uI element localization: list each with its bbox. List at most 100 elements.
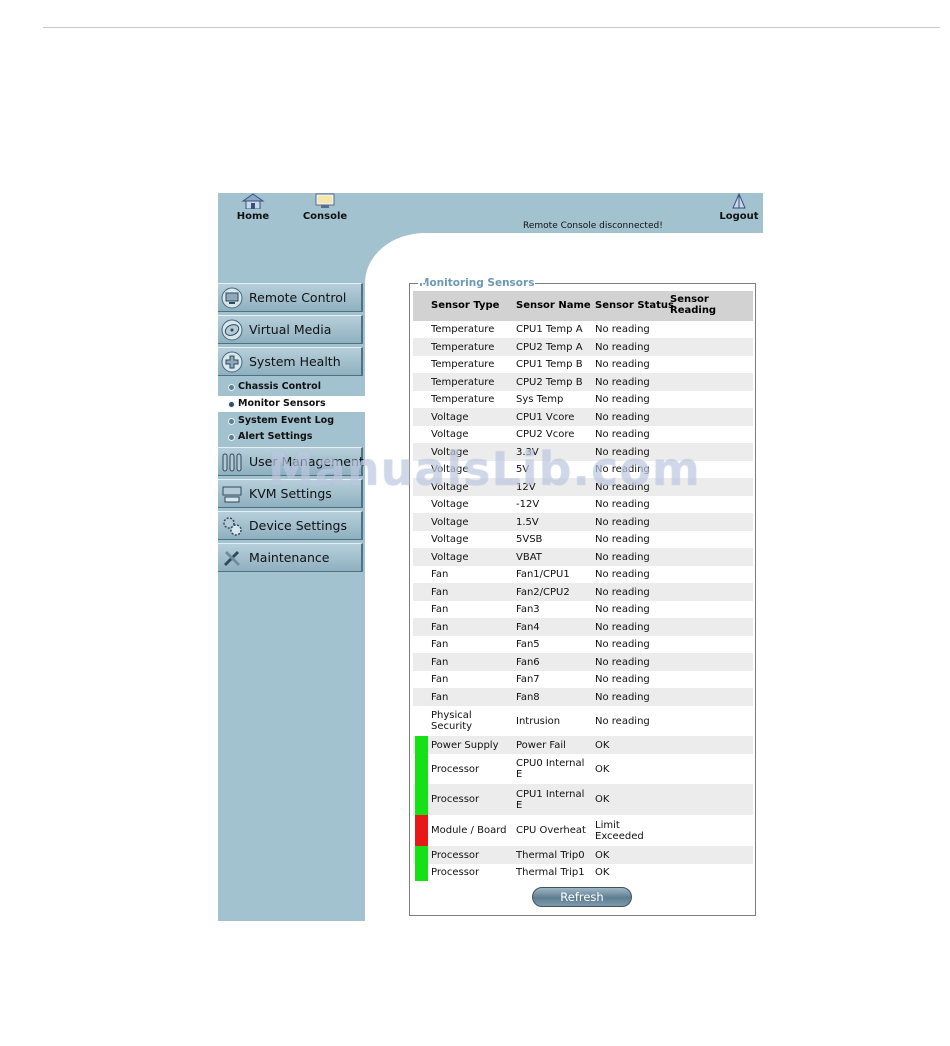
refresh-button[interactable]: Refresh bbox=[532, 887, 632, 907]
status-indicator bbox=[415, 338, 428, 356]
column-header: Sensor Name bbox=[516, 300, 591, 311]
table-cell-type: Fan bbox=[431, 691, 449, 703]
logout-button[interactable]: Logout bbox=[715, 193, 763, 231]
table-cell-type: Fan bbox=[431, 604, 449, 615]
table-row: Temperature CPU2 Temp B No reading bbox=[413, 373, 753, 391]
table-cell-status: OK bbox=[595, 739, 610, 751]
gears-icon bbox=[223, 517, 242, 536]
table-cell-name: Fan5 bbox=[516, 639, 540, 650]
status-indicator bbox=[415, 846, 428, 864]
status-indicator bbox=[415, 736, 428, 754]
table-cell-status: No reading bbox=[595, 499, 650, 510]
logout-icon bbox=[732, 193, 746, 209]
table-row: Fan Fan2/CPU2 No reading bbox=[413, 583, 753, 601]
table-row: Processor CPU0 Internal E OK bbox=[413, 754, 753, 784]
sidebar-item-maintenance[interactable]: Maintenance bbox=[218, 543, 363, 572]
console-button[interactable]: Console bbox=[295, 193, 355, 231]
table-cell-name: CPU1 Temp B bbox=[516, 359, 583, 370]
status-indicator bbox=[415, 426, 428, 443]
status-indicator bbox=[415, 356, 428, 373]
status-indicator bbox=[415, 636, 428, 653]
table-cell-status: No reading bbox=[595, 569, 650, 580]
table-row: Power Supply Power Fail OK bbox=[413, 736, 753, 754]
table-row: Fan Fan7 No reading bbox=[413, 671, 753, 688]
status-indicator bbox=[415, 601, 428, 618]
table-row: Fan Fan1/CPU1 No reading bbox=[413, 566, 753, 583]
table-cell-status: No reading bbox=[595, 551, 650, 563]
table-row: Temperature Sys Temp No reading bbox=[413, 391, 753, 408]
table-cell-type: Temperature bbox=[431, 341, 495, 353]
table-row: Voltage 1.5V No reading bbox=[413, 513, 753, 531]
status-indicator bbox=[415, 566, 428, 583]
status-indicator bbox=[415, 391, 428, 408]
home-button[interactable]: Home bbox=[223, 193, 283, 231]
table-cell-name: Fan3 bbox=[516, 604, 540, 615]
table-row: Voltage -12V No reading bbox=[413, 496, 753, 513]
sidebar-item-label: Remote Control bbox=[249, 290, 347, 305]
sidebar-item-virtual-media[interactable]: Virtual Media bbox=[218, 315, 363, 344]
table-cell-status: Limit Exceeded bbox=[595, 819, 644, 842]
table-cell-type: Processor bbox=[431, 849, 480, 861]
sidebar-item-label: Virtual Media bbox=[249, 322, 332, 337]
sidebar-item-label: System Health bbox=[249, 354, 341, 369]
table-cell-name: Fan6 bbox=[516, 656, 540, 668]
column-header: Sensor Reading bbox=[670, 294, 717, 316]
table-cell-type: Voltage bbox=[431, 516, 469, 528]
bullet-icon bbox=[228, 434, 235, 441]
table-row: Fan Fan5 No reading bbox=[413, 636, 753, 653]
status-indicator bbox=[415, 618, 428, 636]
status-indicator bbox=[415, 408, 428, 426]
status-indicator bbox=[415, 754, 428, 784]
table-cell-status: No reading bbox=[595, 621, 650, 633]
home-icon bbox=[241, 193, 265, 209]
table-cell-type: Power Supply bbox=[431, 739, 499, 751]
table-row: Temperature CPU1 Temp A No reading bbox=[413, 321, 753, 338]
table-cell-name: Thermal Trip0 bbox=[516, 849, 585, 861]
table-cell-name: Fan2/CPU2 bbox=[516, 586, 570, 598]
health-cross-icon bbox=[221, 351, 243, 373]
bmc-web-console: Home Console Remote Console disconnected… bbox=[218, 193, 763, 921]
sidebar-subitem-label: Monitor Sensors bbox=[238, 398, 326, 409]
page-top-rule bbox=[43, 27, 940, 28]
status-indicator bbox=[415, 531, 428, 548]
sidebar-item-system-health[interactable]: System Health bbox=[218, 347, 363, 376]
status-indicator bbox=[415, 583, 428, 601]
table-cell-status: No reading bbox=[595, 394, 650, 405]
sidebar-subitem-monitor-sensors[interactable]: Monitor Sensors bbox=[218, 396, 365, 412]
table-cell-type: Module / Board bbox=[431, 825, 507, 836]
sensor-table: Sensor Type Sensor Name Sensor Status Se… bbox=[413, 291, 753, 881]
logout-label: Logout bbox=[719, 211, 759, 222]
table-cell-name: Intrusion bbox=[516, 715, 561, 727]
table-cell-status: No reading bbox=[595, 324, 650, 335]
table-cell-status: OK bbox=[595, 763, 610, 775]
table-cell-type: Voltage bbox=[431, 429, 469, 440]
table-cell-type: Voltage bbox=[431, 534, 469, 545]
table-row: Processor Thermal Trip1 OK bbox=[413, 864, 753, 881]
table-row: Fan Fan8 No reading bbox=[413, 688, 753, 706]
table-row: Processor Thermal Trip0 OK bbox=[413, 846, 753, 864]
status-indicator bbox=[415, 815, 428, 846]
table-cell-status: No reading bbox=[595, 656, 650, 668]
users-icon bbox=[222, 453, 242, 472]
sidebar-subitem-chassis-control[interactable]: Chassis Control bbox=[218, 379, 365, 395]
table-cell-type: Voltage bbox=[431, 411, 469, 423]
table-cell-status: No reading bbox=[595, 411, 650, 423]
status-indicator bbox=[415, 496, 428, 513]
table-header: Sensor Type Sensor Name Sensor Status Se… bbox=[413, 291, 753, 321]
table-row: Temperature CPU1 Temp B No reading bbox=[413, 356, 753, 373]
table-cell-name: CPU2 Temp B bbox=[516, 376, 583, 388]
table-cell-status: No reading bbox=[595, 674, 650, 685]
panel-legend: Monitoring Sensors bbox=[418, 277, 536, 289]
table-row: Voltage CPU1 Vcore No reading bbox=[413, 408, 753, 426]
table-cell-type: Fan bbox=[431, 586, 449, 598]
table-cell-type: Temperature bbox=[431, 376, 495, 388]
sidebar-subitem-system-event-log[interactable]: System Event Log bbox=[218, 413, 365, 429]
sidebar-item-label: Maintenance bbox=[249, 550, 330, 565]
sidebar-item-device-settings[interactable]: Device Settings bbox=[218, 511, 363, 540]
table-cell-type: Voltage bbox=[431, 499, 469, 510]
table-cell-name: Fan4 bbox=[516, 621, 540, 633]
table-cell-name: Fan8 bbox=[516, 691, 540, 703]
table-cell-status: No reading bbox=[595, 639, 650, 650]
sidebar-item-remote-control[interactable]: Remote Control bbox=[218, 283, 363, 312]
status-indicator bbox=[415, 784, 428, 815]
